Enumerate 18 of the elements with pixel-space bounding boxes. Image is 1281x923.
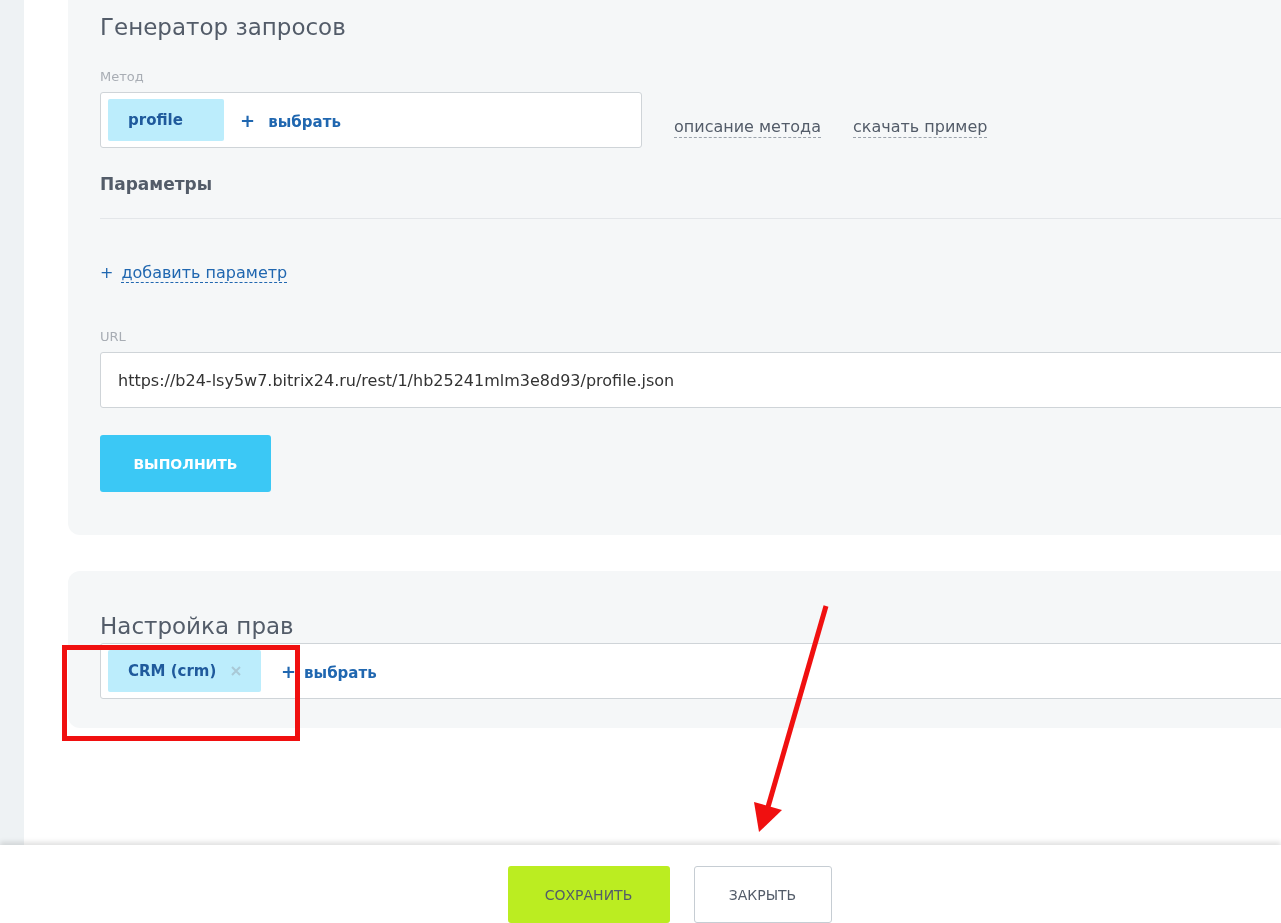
- field-label: Метод: [100, 69, 145, 84]
- dashed-link[interactable]: описание метода: [674, 116, 821, 138]
- section-title: Генератор запросов: [100, 13, 347, 42]
- add-param-link[interactable]: + добавить параметр: [100, 263, 288, 283]
- select-link[interactable]: + выбрать: [240, 109, 341, 131]
- method-tag[interactable]: profile: [108, 99, 224, 141]
- method-field[interactable]: profile + выбрать: [100, 92, 642, 148]
- params-heading: Параметры: [100, 174, 214, 194]
- save-button[interactable]: СОХРАНИТЬ: [507, 866, 670, 923]
- select-link[interactable]: + выбрать: [281, 660, 377, 682]
- close-icon[interactable]: [231, 666, 241, 676]
- url-field[interactable]: https://b24-lsy5w7.bitrix24.ru/rest/1/hb25241mlm3e8d93/profile.json: [100, 352, 1281, 408]
- dashed-link[interactable]: скачать пример: [852, 116, 988, 138]
- field-label: URL: [100, 329, 127, 344]
- rights-tag[interactable]: CRM (crm): [108, 650, 261, 692]
- rights-field[interactable]: CRM (crm) + выбрать: [100, 643, 1281, 699]
- close-button[interactable]: ЗАКРЫТЬ: [693, 866, 832, 923]
- section-title: Настройка прав: [100, 612, 295, 641]
